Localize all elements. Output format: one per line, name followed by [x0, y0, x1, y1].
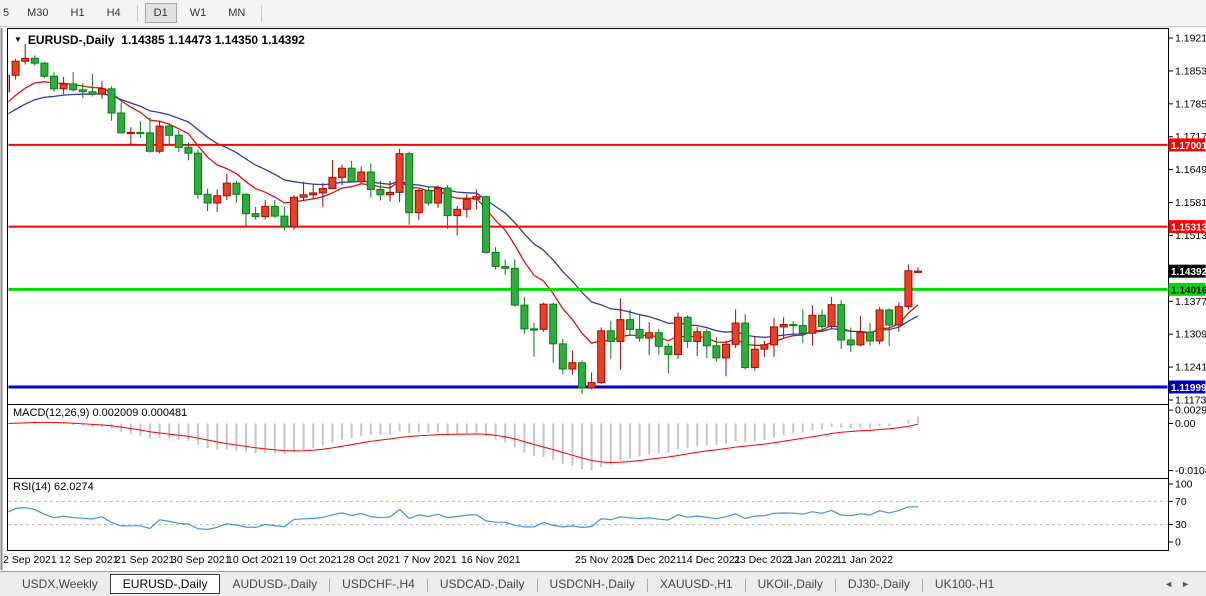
price-axis-label: 1.19210	[1175, 33, 1206, 45]
trading-terminal-window: 5M30H1H4D1W1MN 1.192101.185301.178501.17…	[0, 0, 1206, 596]
candle	[483, 196, 490, 254]
price-axis-label: 1.13770	[1175, 296, 1206, 308]
price-badge: 1.17001	[1169, 138, 1206, 152]
candle	[742, 314, 749, 369]
macd-axis-label: 0.002966	[1175, 405, 1206, 417]
svg-text:1.11999: 1.11999	[1171, 383, 1206, 394]
date-axis-label: 19 Oct 2021	[285, 554, 342, 566]
price-badge: 1.14016	[1169, 283, 1206, 297]
candle	[675, 312, 682, 358]
date-axis-label: 7 Nov 2021	[403, 554, 457, 566]
rsi-indicator-label: RSI(14) 62.0274	[13, 481, 94, 493]
date-axis-label: 16 Nov 2021	[461, 554, 521, 566]
chart-title[interactable]: ▼ EURUSD-,Daily 1.14385 1.14473 1.14350 1…	[14, 33, 305, 47]
date-axis-label: 2 Jan 2022	[786, 554, 838, 566]
price-badge: 1.11999	[1169, 380, 1206, 394]
price-axis-label: 1.16490	[1175, 164, 1206, 176]
rsi-axis-label: 70	[1175, 496, 1187, 508]
date-axis-label: 14 Dec 2021	[681, 554, 741, 566]
price-axis-label: 1.18530	[1175, 65, 1206, 77]
date-axis-label: 12 Sep 2021	[59, 554, 119, 566]
rsi-axis-label: 30	[1175, 519, 1187, 531]
price-badge: 1.15313	[1169, 220, 1206, 234]
tab-eurusd-daily[interactable]: EURUSD-,Daily	[110, 574, 221, 594]
price-axis-label: 1.15810	[1175, 197, 1206, 209]
date-axis-label: 25 Nov 2021	[575, 554, 635, 566]
date-axis-label: 2 Sep 2021	[3, 554, 57, 566]
candle	[559, 339, 566, 374]
price-axis-label: 1.17850	[1175, 98, 1206, 110]
tab-usdcad-daily[interactable]: USDCAD-,Daily	[428, 574, 537, 594]
rsi-axis-label: 0	[1175, 537, 1181, 549]
tab-ukoil-daily[interactable]: UKOil-,Daily	[746, 574, 835, 594]
macd-axis-label: 0.00	[1175, 418, 1196, 430]
candle	[195, 150, 202, 199]
price-axis-label: 1.12410	[1175, 362, 1206, 374]
candle	[291, 195, 298, 230]
date-axis-label: 5 Dec 2021	[628, 554, 682, 566]
tab-scroll-left-icon[interactable]: ◄	[1164, 579, 1181, 589]
candle	[905, 264, 912, 309]
macd-axis-label: -0.01042	[1175, 465, 1206, 477]
date-axis-label: 23 Dec 2021	[734, 554, 794, 566]
svg-text:1.15313: 1.15313	[1171, 223, 1206, 234]
chart-plot-area[interactable]: 1.192101.185301.178501.171701.164901.158…	[0, 0, 1206, 596]
date-axis-label: 30 Sep 2021	[171, 554, 231, 566]
chart-ohlc-values: 1.14385 1.14473 1.14350 1.14392	[121, 33, 305, 47]
candle	[425, 188, 432, 206]
date-axis-label: 21 Sep 2021	[115, 554, 175, 566]
tab-uk100-h1[interactable]: UK100-,H1	[923, 574, 1006, 594]
date-axis-label: 10 Oct 2021	[227, 554, 284, 566]
svg-text:1.17001: 1.17001	[1171, 141, 1206, 152]
tab-usdchf-h4[interactable]: USDCHF-,H4	[330, 574, 427, 594]
date-axis-label: 28 Oct 2021	[343, 554, 400, 566]
chart-dropdown-icon[interactable]: ▼	[14, 35, 22, 44]
tab-usdcnh-daily[interactable]: USDCNH-,Daily	[538, 574, 647, 594]
svg-text:1.14392: 1.14392	[1171, 267, 1206, 278]
tab-usdx-weekly[interactable]: USDX,Weekly	[10, 574, 110, 594]
candle	[540, 303, 547, 332]
chart-symbol-label: EURUSD-,Daily	[28, 33, 115, 47]
price-axis-label: 1.13090	[1175, 329, 1206, 341]
candle	[876, 307, 883, 344]
price-badge: 1.14392	[1169, 265, 1206, 279]
candle	[598, 327, 605, 384]
tab-scroll-arrows: ◄►	[1164, 579, 1198, 589]
date-axis-label: 11 Jan 2022	[836, 554, 893, 566]
tab-xauusd-h1[interactable]: XAUUSD-,H1	[648, 574, 745, 594]
candle	[156, 121, 163, 153]
chart-background	[0, 28, 1206, 571]
rsi-axis-label: 100	[1175, 479, 1193, 491]
tab-scroll-right-icon[interactable]: ►	[1181, 579, 1198, 589]
tab-audusd-daily[interactable]: AUDUSD-,Daily	[220, 574, 329, 594]
tab-dj30-daily[interactable]: DJ30-,Daily	[836, 574, 922, 594]
macd-indicator-label: MACD(12,26,9) 0.002009 0.000481	[13, 407, 187, 419]
svg-text:1.14016: 1.14016	[1171, 285, 1206, 296]
candle	[41, 62, 48, 78]
instrument-tabbar: USDX,WeeklyEURUSD-,DailyAUDUSD-,DailyUSD…	[0, 571, 1206, 596]
